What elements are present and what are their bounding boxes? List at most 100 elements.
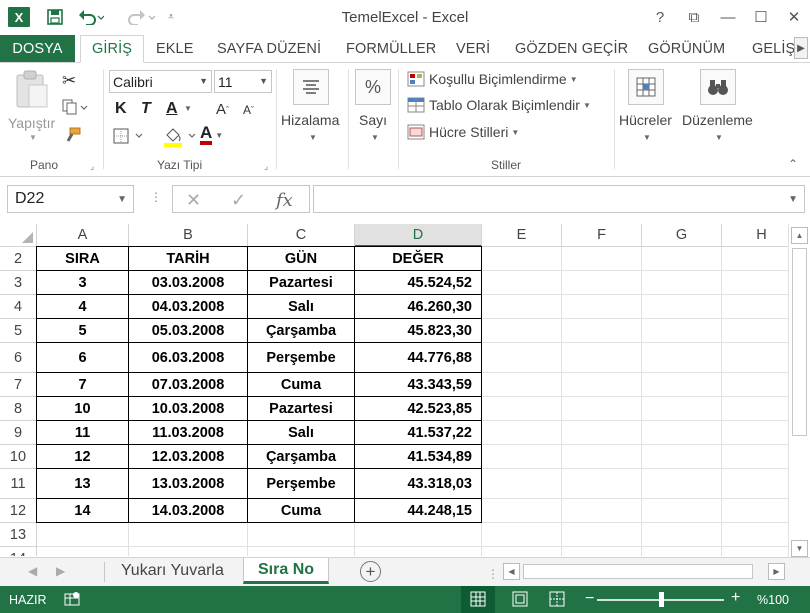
clipboard-launcher-icon[interactable]: ⌟ — [90, 161, 94, 172]
help-button[interactable]: ? — [647, 6, 673, 28]
table-cell[interactable]: 46.260,30 — [355, 295, 482, 319]
collapse-ribbon-icon[interactable]: ⌃ — [788, 157, 798, 171]
table-cell[interactable]: Çarşamba — [248, 445, 355, 469]
vertical-scrollbar[interactable]: ▲ ▼ — [788, 224, 810, 558]
cell[interactable] — [562, 421, 642, 445]
zoom-in-button[interactable]: + — [731, 589, 740, 607]
column-header-g[interactable]: G — [642, 224, 722, 247]
row-header-9[interactable]: 9 — [0, 421, 37, 445]
scroll-up-icon[interactable]: ▲ — [791, 227, 808, 244]
cell[interactable] — [642, 397, 722, 421]
percent-icon[interactable]: % — [355, 69, 391, 105]
cell[interactable] — [642, 469, 722, 499]
cell[interactable] — [562, 445, 642, 469]
fill-color-icon[interactable] — [163, 127, 197, 147]
scroll-down-icon[interactable]: ▼ — [791, 540, 808, 557]
cell[interactable] — [722, 271, 788, 295]
tab-home[interactable]: GİRİŞ — [80, 35, 144, 63]
table-cell[interactable]: 13 — [37, 469, 129, 499]
tab-view[interactable]: GÖRÜNÜM — [648, 35, 725, 62]
cell-styles-button[interactable]: Hücre Stilleri ▼ — [407, 124, 519, 140]
maximize-button[interactable]: ☐ — [748, 6, 774, 28]
table-cell[interactable]: 43.343,59 — [355, 373, 482, 397]
cell[interactable] — [722, 547, 788, 556]
font-size-combo[interactable]: 11 ▼ — [214, 70, 272, 93]
cell[interactable] — [562, 373, 642, 397]
cell[interactable] — [562, 547, 642, 556]
font-launcher-icon[interactable]: ⌟ — [264, 161, 268, 172]
decrease-font-size-icon[interactable]: Aˇ — [243, 103, 254, 117]
table-cell[interactable]: 6 — [37, 343, 129, 373]
zoom-level[interactable]: %100 — [757, 593, 789, 607]
sheet-tab-sira-no[interactable]: Sıra No — [243, 558, 330, 584]
table-cell[interactable]: 03.03.2008 — [129, 271, 248, 295]
cell[interactable] — [37, 523, 129, 547]
table-cell[interactable]: 13.03.2008 — [129, 469, 248, 499]
increase-font-size-icon[interactable]: Aˆ — [216, 101, 229, 118]
sheet-nav-left-icon[interactable]: ◀ — [28, 564, 37, 578]
cell[interactable] — [642, 499, 722, 523]
table-cell[interactable]: Salı — [248, 421, 355, 445]
row-header-10[interactable]: 10 — [0, 445, 37, 469]
add-sheet-icon[interactable]: + — [360, 561, 381, 582]
table-header-cell[interactable]: GÜN — [248, 247, 355, 271]
cell[interactable] — [562, 319, 642, 343]
cells-icon[interactable] — [628, 69, 664, 105]
cell[interactable] — [482, 523, 562, 547]
editing-button[interactable]: Düzenleme — [682, 112, 753, 128]
underline-button[interactable]: A — [166, 100, 178, 118]
tab-file[interactable]: DOSYA — [0, 35, 75, 62]
close-button[interactable]: ✕ — [781, 6, 807, 28]
cell[interactable] — [482, 421, 562, 445]
scroll-left-icon[interactable]: ◀ — [503, 563, 520, 580]
formula-bar-grip-icon[interactable]: ⋮ — [150, 190, 162, 204]
paste-dropdown-icon[interactable]: ▼ — [29, 133, 37, 142]
table-cell[interactable]: 44.248,15 — [355, 499, 482, 523]
tab-insert[interactable]: EKLE — [156, 35, 193, 62]
cell[interactable] — [482, 499, 562, 523]
table-cell[interactable]: 41.534,89 — [355, 445, 482, 469]
table-cell[interactable]: 06.03.2008 — [129, 343, 248, 373]
cell[interactable] — [562, 397, 642, 421]
table-cell[interactable]: 11.03.2008 — [129, 421, 248, 445]
cell[interactable] — [722, 295, 788, 319]
table-cell[interactable]: Çarşamba — [248, 319, 355, 343]
cell[interactable] — [482, 295, 562, 319]
page-break-preview-icon[interactable] — [549, 591, 565, 610]
column-header-h[interactable]: H — [722, 224, 788, 247]
row-header-14[interactable]: 14 — [0, 547, 37, 556]
table-cell[interactable]: Perşembe — [248, 343, 355, 373]
cell[interactable] — [37, 547, 129, 556]
table-cell[interactable]: Perşembe — [248, 469, 355, 499]
tab-review[interactable]: GÖZDEN GEÇİR — [515, 35, 628, 62]
format-painter-icon[interactable] — [62, 127, 82, 145]
table-header-cell[interactable]: SIRA — [37, 247, 129, 271]
cell[interactable] — [722, 373, 788, 397]
table-header-cell[interactable]: TARİH — [129, 247, 248, 271]
page-layout-view-icon[interactable] — [512, 591, 528, 610]
column-header-c[interactable]: C — [248, 224, 355, 247]
worksheet-grid[interactable]: ABCDEFGH234567891011121314SIRATARİHGÜNDE… — [0, 224, 788, 556]
tab-formulas[interactable]: FORMÜLLER — [346, 35, 436, 62]
table-cell[interactable]: 7 — [37, 373, 129, 397]
row-header-7[interactable]: 7 — [0, 373, 37, 397]
font-color-icon[interactable]: A ▼ — [200, 124, 223, 145]
number-dropdown-icon[interactable]: ▼ — [371, 133, 379, 142]
zoom-out-button[interactable]: − — [585, 590, 594, 608]
cell[interactable] — [562, 499, 642, 523]
cut-icon[interactable]: ✂ — [62, 71, 76, 91]
cell[interactable] — [355, 523, 482, 547]
cell[interactable] — [722, 343, 788, 373]
cell[interactable] — [248, 547, 355, 556]
cell[interactable] — [722, 397, 788, 421]
cell[interactable] — [722, 247, 788, 271]
cell[interactable] — [722, 499, 788, 523]
normal-view-icon[interactable] — [470, 591, 486, 610]
scroll-right-icon[interactable]: ▶ — [768, 563, 785, 580]
format-as-table-button[interactable]: Tablo Olarak Biçimlendir ▼ — [407, 97, 591, 113]
column-header-b[interactable]: B — [129, 224, 248, 247]
cell[interactable] — [642, 247, 722, 271]
column-header-a[interactable]: A — [37, 224, 129, 247]
cell[interactable] — [562, 247, 642, 271]
cell[interactable] — [562, 343, 642, 373]
